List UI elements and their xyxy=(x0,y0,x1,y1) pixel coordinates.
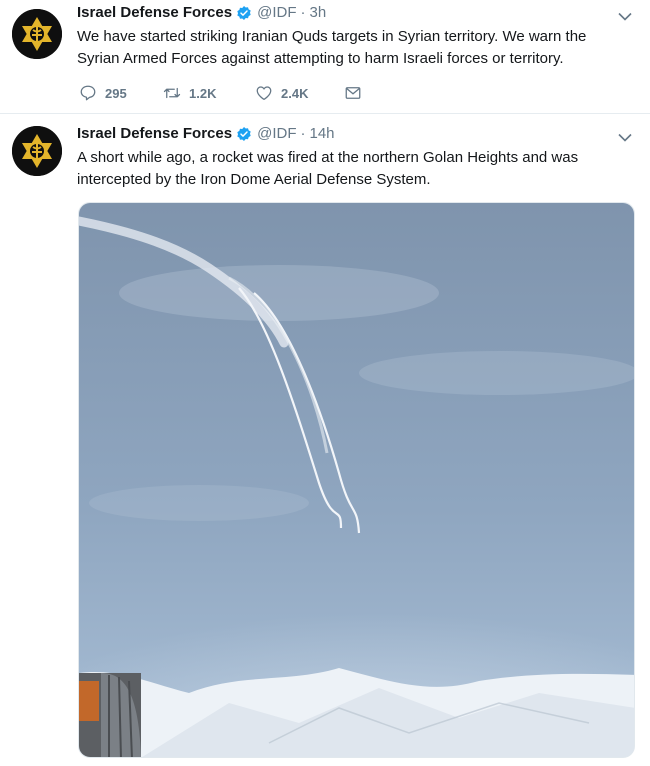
tweet-1[interactable]: Israel Defense Forces @IDF · 3h We have … xyxy=(0,0,650,114)
idf-logo-icon xyxy=(12,126,62,176)
tweet-text: A short while ago, a rocket was fired at… xyxy=(77,149,579,188)
avatar[interactable] xyxy=(12,126,62,176)
timestamp[interactable]: 14h xyxy=(309,125,334,142)
display-name[interactable]: Israel Defense Forces xyxy=(77,4,232,21)
handle[interactable]: @IDF xyxy=(257,4,296,21)
avatar[interactable] xyxy=(12,9,62,59)
direct-message-button[interactable] xyxy=(344,84,370,102)
reply-button[interactable]: 295 xyxy=(79,84,127,102)
idf-logo-icon xyxy=(12,9,62,59)
separator: · xyxy=(300,4,306,21)
timestamp[interactable]: 3h xyxy=(309,4,326,21)
chevron-down-icon[interactable] xyxy=(618,12,632,21)
like-button[interactable]: 2.4K xyxy=(255,84,308,102)
separator: · xyxy=(300,125,306,142)
display-name[interactable]: Israel Defense Forces xyxy=(77,125,232,142)
tweet-header: Israel Defense Forces @IDF · 3h xyxy=(77,4,326,21)
tweet-2[interactable]: Israel Defense Forces @IDF · 14h A short… xyxy=(0,115,650,766)
sky-photo xyxy=(79,203,634,757)
retweet-icon xyxy=(163,87,181,99)
tweet-photo[interactable] xyxy=(78,202,635,758)
tweet-actions: 295 1.2K 2.4K xyxy=(79,84,379,106)
tweet-header: Israel Defense Forces @IDF · 14h xyxy=(77,125,335,142)
direct-message-icon xyxy=(345,87,361,99)
verified-badge-icon xyxy=(237,5,251,20)
tweet-text: We have started striking Iranian Quds ta… xyxy=(77,28,587,67)
retweet-count: 1.2K xyxy=(189,85,217,101)
verified-badge-icon xyxy=(237,126,251,141)
reply-count: 295 xyxy=(105,85,127,101)
reply-icon xyxy=(80,85,96,101)
like-icon xyxy=(256,86,272,101)
chevron-down-icon[interactable] xyxy=(618,133,632,142)
handle[interactable]: @IDF xyxy=(257,125,296,142)
retweet-button[interactable]: 1.2K xyxy=(163,84,216,102)
like-count: 2.4K xyxy=(281,85,309,101)
